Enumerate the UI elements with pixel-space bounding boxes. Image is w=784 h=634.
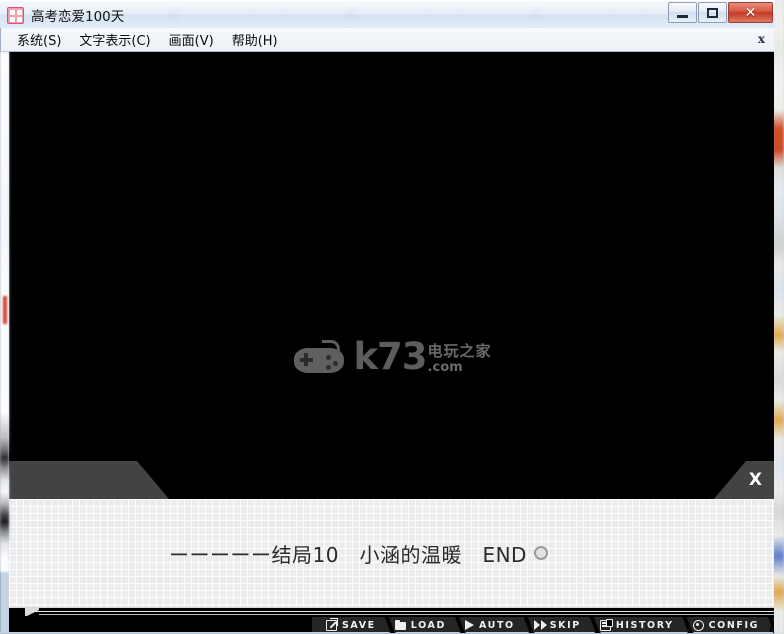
message-text: ーーーーー结局10 小涵的温暖 END (169, 542, 527, 567)
watermark-brand-cn: 电玩之家 (427, 342, 492, 361)
textbox-close-button[interactable]: X (714, 461, 774, 499)
history-label: HISTORY (615, 619, 674, 631)
speaker-nameplate (9, 461, 169, 499)
watermark-text: k73 电玩之家 .com (353, 335, 492, 378)
message-box[interactable]: ーーーーー结局10 小涵的温暖 END (9, 499, 774, 607)
message-text-row: ーーーーー结局10 小涵的温暖 END (169, 539, 548, 568)
menu-item-system[interactable]: 系统(S) (8, 28, 70, 51)
maximize-button[interactable] (698, 2, 727, 23)
folder-icon (394, 619, 406, 630)
save-label: SAVE (341, 619, 376, 631)
config-label: CONFIG (708, 619, 759, 631)
app-icon (7, 6, 24, 24)
gamepad-icon (291, 339, 347, 374)
gamepad-dpad (303, 353, 308, 367)
fast-forward-icon (533, 620, 547, 631)
gamepad-button (325, 364, 331, 370)
gamepad-button (332, 360, 338, 366)
application-window: 高考恋爱100天 ✕ 系统(S) 文字表示(C) 画面(V) 帮助(H) x k… (0, 0, 775, 634)
game-viewport[interactable]: k73 电玩之家 .com X ーーーーー结局10 小涵的温暖 END (9, 52, 774, 607)
auto-label: AUTO (478, 619, 515, 631)
menu-item-help[interactable]: 帮助(H) (223, 28, 287, 51)
command-buttons: SAVE LOAD AUTO SKIP HISTORY CONFIG (311, 617, 774, 633)
minimize-button[interactable] (668, 2, 697, 23)
watermark-brand: k73 (353, 335, 427, 378)
command-bar-corner (25, 608, 39, 616)
gamepad-button (325, 354, 331, 360)
command-bar-rule (39, 614, 774, 615)
skip-label: SKIP (549, 619, 581, 631)
skip-button[interactable]: SKIP (525, 617, 601, 633)
watermark-domain: .com (427, 360, 463, 376)
history-button[interactable]: HISTORY (591, 617, 694, 633)
watermark: k73 电玩之家 .com (291, 335, 492, 378)
watermark-sub: 电玩之家 .com (427, 342, 492, 376)
maximize-icon (707, 7, 718, 18)
title-bar[interactable]: 高考恋爱100天 ✕ (0, 0, 775, 28)
menu-item-text-display[interactable]: 文字表示(C) (70, 28, 159, 51)
close-icon: ✕ (744, 4, 757, 21)
wait-for-click-marker (533, 546, 548, 560)
play-icon (464, 620, 474, 630)
save-button[interactable]: SAVE (311, 617, 396, 633)
close-icon: X (748, 469, 762, 490)
save-icon (325, 619, 337, 631)
load-label: LOAD (410, 619, 446, 631)
config-button[interactable]: CONFIG (684, 617, 774, 633)
window-controls: ✕ (668, 2, 773, 23)
background-marker-red (3, 296, 7, 324)
menu-bar: 系统(S) 文字表示(C) 画面(V) 帮助(H) x (1, 28, 774, 52)
button-separator (767, 617, 774, 633)
auto-button[interactable]: AUTO (456, 617, 535, 633)
menubar-close-icon[interactable]: x (758, 32, 765, 46)
window-title: 高考恋爱100天 (31, 8, 125, 25)
history-book-icon (599, 618, 613, 631)
load-button[interactable]: LOAD (386, 617, 466, 633)
close-button[interactable]: ✕ (728, 2, 773, 23)
minimize-icon (677, 14, 688, 18)
menu-item-screen[interactable]: 画面(V) (160, 28, 223, 51)
command-bar-rule (31, 611, 774, 612)
gear-icon (692, 619, 704, 631)
command-bar: SAVE LOAD AUTO SKIP HISTORY CONFIG (9, 607, 774, 634)
